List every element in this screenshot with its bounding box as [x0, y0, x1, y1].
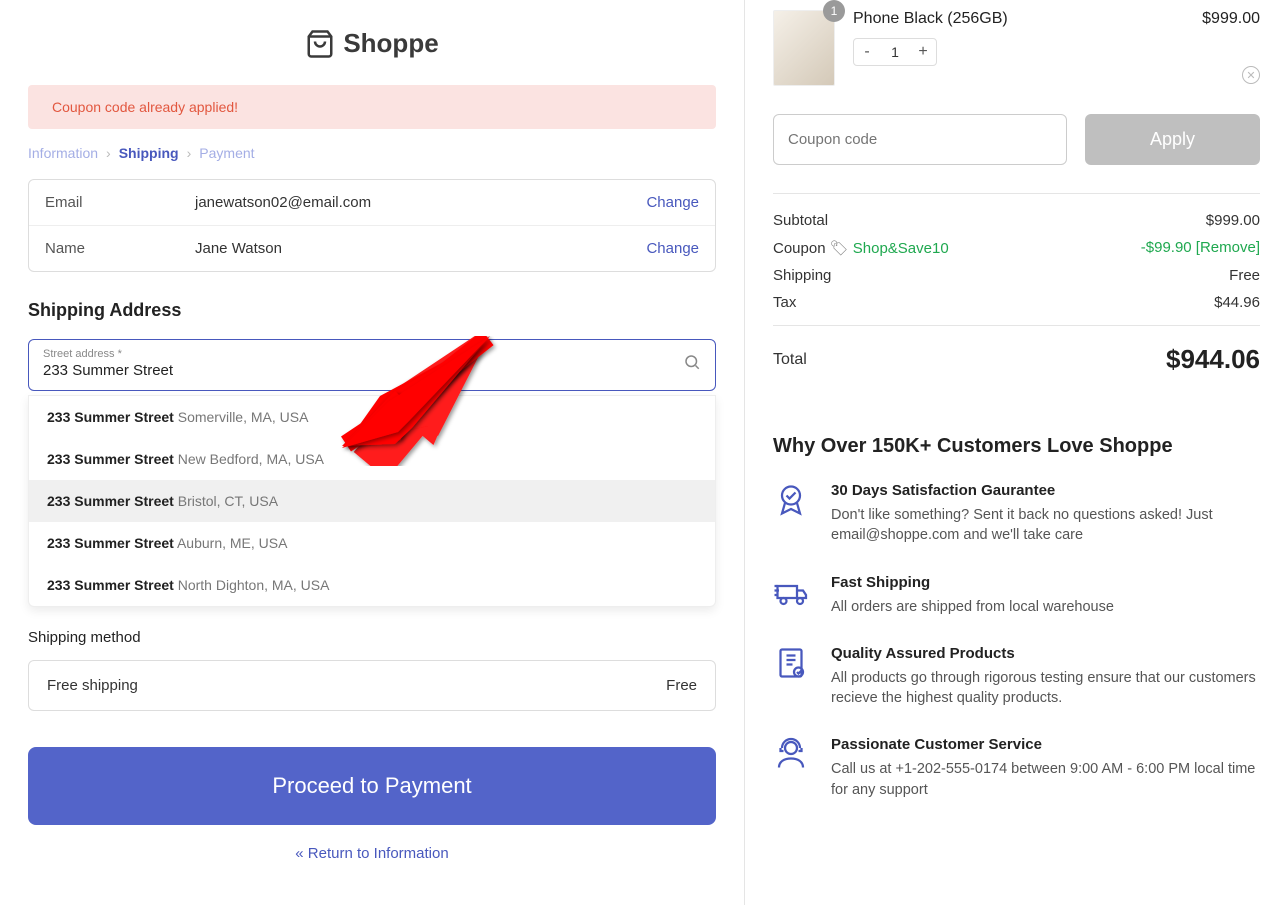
address-suggestion[interactable]: 233 Summer Street Bristol, CT, USA — [29, 480, 715, 522]
benefit-title: 30 Days Satisfaction Gaurantee — [831, 482, 1260, 499]
address-suggestion[interactable]: 233 Summer Street Somerville, MA, USA — [29, 396, 715, 438]
shipping-icon — [773, 574, 809, 610]
breadcrumb-payment[interactable]: Payment — [199, 145, 254, 161]
search-icon — [683, 353, 701, 376]
guarantee-icon — [773, 482, 809, 518]
total-label: Total — [773, 351, 807, 369]
address-suggestion[interactable]: 233 Summer Street North Dighton, MA, USA — [29, 564, 715, 606]
shipping-value: Free — [1229, 267, 1260, 284]
benefit-item: 30 Days Satisfaction Gaurantee Don't lik… — [773, 482, 1260, 546]
benefit-text: Don't like something? Sent it back no qu… — [831, 505, 1260, 546]
subtotal-label: Subtotal — [773, 212, 828, 229]
name-label: Name — [45, 240, 195, 257]
chevron-right-icon: › — [106, 145, 111, 161]
address-suggestions-dropdown: 233 Summer Street Somerville, MA, USA 23… — [28, 395, 716, 607]
quality-icon — [773, 645, 809, 681]
support-icon — [773, 736, 809, 772]
subtotal-value: $999.00 — [1206, 212, 1260, 229]
email-label: Email — [45, 194, 195, 211]
benefit-title: Quality Assured Products — [831, 645, 1260, 662]
shipping-address-title: Shipping Address — [28, 300, 716, 321]
shipping-method-name: Free shipping — [47, 677, 138, 694]
address-suggestion[interactable]: 233 Summer Street New Bedford, MA, USA — [29, 438, 715, 480]
breadcrumb-shipping[interactable]: Shipping — [119, 145, 179, 161]
benefit-item: Fast Shipping All orders are shipped fro… — [773, 574, 1260, 617]
change-name-link[interactable]: Change — [646, 240, 699, 257]
email-value: janewatson02@email.com — [195, 194, 646, 211]
shipping-label: Shipping — [773, 267, 831, 284]
chevron-right-icon: › — [187, 145, 192, 161]
remove-item-button[interactable]: ✕ — [1242, 66, 1260, 84]
product-name: Phone Black (256GB) — [853, 10, 1008, 28]
cart-item: 1 Phone Black (256GB) $999.00 - 1 + ✕ — [773, 10, 1260, 86]
contact-info-box: Email janewatson02@email.com Change Name… — [28, 179, 716, 272]
address-floating-label: Street address * — [43, 348, 683, 360]
proceed-to-payment-button[interactable]: Proceed to Payment — [28, 747, 716, 825]
benefit-item: Quality Assured Products All products go… — [773, 645, 1260, 709]
shipping-method-price: Free — [666, 677, 697, 694]
quantity-badge: 1 — [823, 0, 845, 22]
apply-coupon-button[interactable]: Apply — [1085, 114, 1260, 165]
coupon-code-input[interactable] — [773, 114, 1067, 165]
name-value: Jane Watson — [195, 240, 646, 257]
benefits-heading: Why Over 150K+ Customers Love Shoppe — [773, 435, 1260, 458]
street-address-input[interactable] — [43, 362, 683, 379]
divider — [773, 193, 1260, 194]
benefit-title: Passionate Customer Service — [831, 736, 1260, 753]
change-email-link[interactable]: Change — [646, 194, 699, 211]
benefit-text: All orders are shipped from local wareho… — [831, 597, 1114, 617]
address-field: Street address * 233 Summer Street Somer… — [28, 339, 716, 391]
total-value: $944.06 — [1166, 344, 1260, 375]
benefit-title: Fast Shipping — [831, 574, 1114, 591]
tag-icon: 🏷 — [830, 240, 849, 257]
tax-label: Tax — [773, 294, 796, 311]
quantity-decrease-button[interactable]: - — [854, 39, 880, 65]
shipping-method-option[interactable]: Free shipping Free — [28, 660, 716, 711]
breadcrumb-information[interactable]: Information — [28, 145, 98, 161]
coupon-alert: Coupon code already applied! — [28, 85, 716, 129]
return-to-information-link[interactable]: « Return to Information — [28, 845, 716, 862]
benefit-item: Passionate Customer Service Call us at +… — [773, 736, 1260, 800]
product-thumbnail — [773, 10, 835, 86]
coupon-label: Coupon 🏷Shop&Save10 — [773, 239, 949, 257]
divider — [773, 325, 1260, 326]
quantity-increase-button[interactable]: + — [910, 39, 936, 65]
brand-logo: Shoppe — [28, 10, 716, 85]
address-suggestion[interactable]: 233 Summer Street Auburn, ME, USA — [29, 522, 715, 564]
shipping-method-label: Shipping method — [28, 629, 716, 646]
benefit-text: Call us at +1-202-555-0174 between 9:00 … — [831, 759, 1260, 800]
quantity-value: 1 — [880, 44, 910, 60]
brand-name: Shoppe — [343, 28, 438, 59]
breadcrumb: Information › Shipping › Payment — [28, 145, 716, 161]
product-price: $999.00 — [1202, 10, 1260, 28]
tax-value: $44.96 — [1214, 294, 1260, 311]
quantity-stepper: - 1 + — [853, 38, 937, 66]
coupon-discount-value[interactable]: -$99.90 [Remove] — [1141, 239, 1260, 257]
benefit-text: All products go through rigorous testing… — [831, 668, 1260, 709]
